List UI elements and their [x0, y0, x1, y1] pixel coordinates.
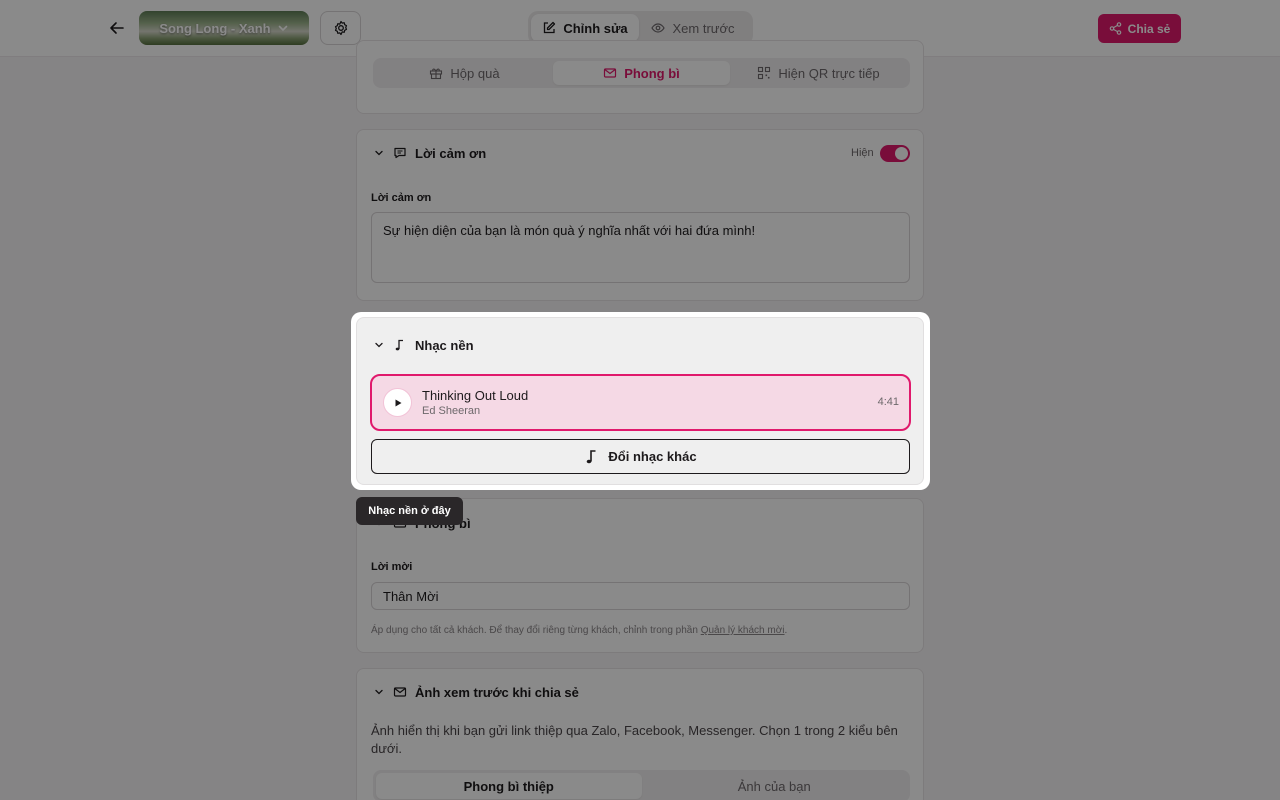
track-artist: Ed Sheeran [422, 405, 481, 417]
thanks-message-textarea[interactable]: Sự hiện diện của bạn là món quà ý nghĩa … [371, 212, 910, 283]
share-preview-selector: Phong bì thiệp Ảnh của bạn [373, 770, 910, 800]
gift-method-selector: Hộp quà Phong bì Hiện QR trực tiếp [373, 58, 910, 88]
gift-option-envelope-label: Phong bì [624, 65, 680, 81]
edit-icon [544, 21, 556, 34]
gift-option-box-label: Hộp quà [450, 65, 500, 81]
share-button[interactable]: Chia sẻ [1098, 14, 1181, 43]
gift-option-qr-label: Hiện QR trực tiếp [778, 65, 880, 81]
visibility-label: Hiện [851, 147, 874, 159]
invitation-hint-suffix: . [784, 625, 788, 636]
preview-option-photo[interactable]: Ảnh của bạn [642, 773, 908, 799]
preview-option-envelope[interactable]: Phong bì thiệp [376, 773, 642, 799]
thanks-card: Lời cảm ơn Hiện Lời cảm ơn Sự hiện diện … [356, 129, 924, 301]
music-note-icon [395, 339, 403, 351]
invitation-hint-text: Áp dụng cho tất cả khách. Để thay đổi ri… [371, 625, 701, 636]
envelope-icon [393, 687, 407, 697]
guest-management-link[interactable]: Quản lý khách mời [701, 625, 785, 636]
share-icon [1109, 22, 1121, 35]
tour-tooltip: Nhạc nền ở đây [356, 497, 463, 525]
gift-option-box[interactable]: Hộp quà [376, 61, 553, 85]
chevron-down-icon [375, 689, 383, 695]
tab-edit-label: Chỉnh sửa [563, 20, 628, 36]
change-music-label: Đổi nhạc khác [608, 449, 697, 464]
music-card-title: Nhạc nền [415, 337, 474, 353]
template-selector[interactable]: Song Long - Xanh [139, 11, 309, 45]
play-icon [395, 399, 401, 406]
thanks-field-label: Lời cảm ơn [371, 192, 432, 204]
thanks-card-title: Lời cảm ơn [415, 145, 487, 161]
tab-edit[interactable]: Chỉnh sửa [531, 14, 639, 42]
settings-button[interactable] [320, 11, 361, 45]
gear-icon [334, 20, 347, 36]
selected-track[interactable]: Thinking Out Loud Ed Sheeran 4:41 [370, 374, 911, 431]
share-preview-card: Ảnh xem trước khi chia sẻ Ảnh hiển thị k… [356, 668, 924, 800]
invitation-field-label: Lời mời [371, 561, 413, 573]
gift-icon [430, 68, 443, 80]
back-button[interactable] [104, 14, 130, 42]
share-label: Chia sẻ [1127, 21, 1171, 36]
gift-option-qr[interactable]: Hiện QR trực tiếp [730, 61, 907, 85]
tab-preview[interactable]: Xem trước [643, 14, 743, 42]
chevron-down-icon [375, 150, 383, 156]
gift-method-card: Hộp quà Phong bì Hiện QR trực tiếp [356, 40, 924, 114]
track-duration: 4:41 [877, 396, 899, 408]
share-preview-card-header[interactable]: Ảnh xem trước khi chia sẻ [373, 681, 579, 703]
music-card: Nhạc nền Thinking Out Loud Ed Sheeran 4:… [356, 317, 924, 485]
chevron-down-icon [278, 25, 287, 32]
envelope-icon [604, 68, 617, 78]
track-title: Thinking Out Loud [422, 388, 529, 403]
message-icon [394, 147, 406, 159]
music-note-icon [587, 449, 596, 463]
chevron-down-icon [375, 342, 383, 348]
thanks-card-header[interactable]: Lời cảm ơn [373, 142, 486, 164]
visibility-toggle[interactable] [880, 145, 910, 162]
music-card-header[interactable]: Nhạc nền [373, 334, 474, 356]
play-button[interactable] [383, 388, 412, 417]
tab-preview-label: Xem trước [672, 20, 735, 36]
share-preview-description: Ảnh hiển thị khi bạn gửi link thiệp qua … [371, 723, 898, 756]
share-preview-card-title: Ảnh xem trước khi chia sẻ [415, 684, 579, 700]
qr-code-icon [758, 66, 771, 80]
arrow-left-icon [110, 22, 124, 34]
tour-spotlight: Nhạc nền Thinking Out Loud Ed Sheeran 4:… [351, 312, 930, 490]
template-name: Song Long - Xanh [159, 20, 271, 36]
gift-option-envelope[interactable]: Phong bì [553, 61, 730, 85]
invitation-hint: Áp dụng cho tất cả khách. Để thay đổi ri… [371, 625, 787, 636]
invitation-input[interactable]: Thân Mời [371, 582, 910, 610]
change-music-button[interactable]: Đổi nhạc khác [371, 439, 910, 474]
eye-icon [651, 23, 666, 33]
